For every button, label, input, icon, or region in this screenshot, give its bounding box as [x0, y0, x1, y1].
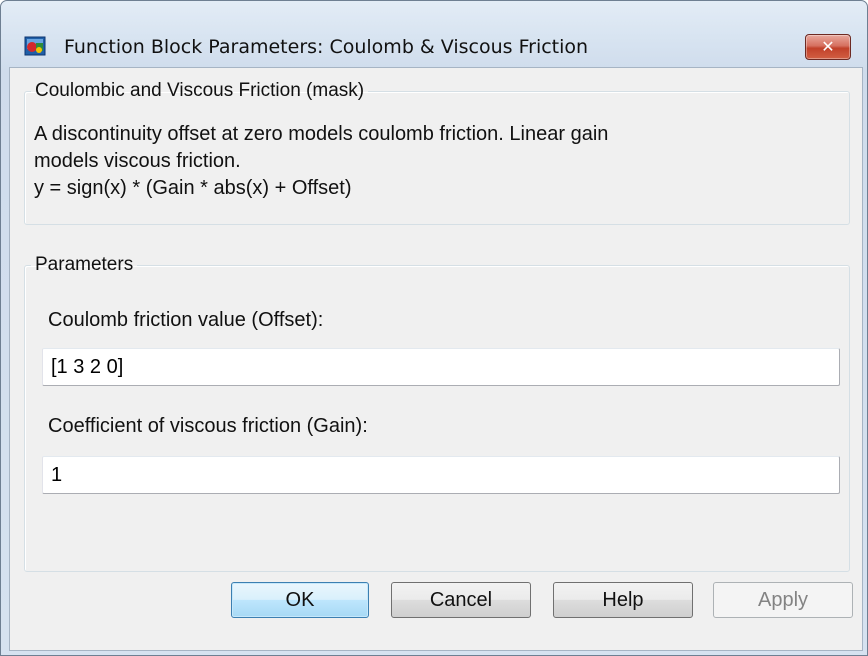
close-button[interactable]: ✕ — [805, 34, 851, 60]
dialog-client-area: Coulombic and Viscous Friction (mask) A … — [9, 67, 863, 651]
description-line-3: y = sign(x) * (Gain * abs(x) + Offset) — [34, 177, 352, 199]
parameters-groupbox: Parameters — [24, 254, 850, 572]
block-description: A discontinuity offset at zero models co… — [34, 121, 608, 202]
dialog-window: Function Block Parameters: Coulomb & Vis… — [0, 0, 868, 656]
description-line-1: A discontinuity offset at zero models co… — [34, 123, 609, 145]
help-button[interactable]: Help — [553, 582, 693, 618]
ok-button[interactable]: OK — [231, 582, 369, 618]
description-group-legend: Coulombic and Viscous Friction (mask) — [35, 80, 365, 101]
offset-label: Coulomb friction value (Offset): — [48, 309, 324, 331]
description-line-2: models viscous friction. — [34, 150, 241, 172]
apply-button[interactable]: Apply — [713, 582, 853, 618]
gain-label: Coefficient of viscous friction (Gain): — [48, 415, 368, 437]
gain-input[interactable]: 1 — [42, 456, 840, 494]
cancel-button[interactable]: Cancel — [391, 582, 531, 618]
offset-input[interactable]: [1 3 2 0] — [42, 348, 840, 386]
simulink-block-icon[interactable] — [24, 35, 46, 57]
parameters-group-legend: Parameters — [35, 254, 134, 275]
title-bar[interactable]: Function Block Parameters: Coulomb & Vis… — [1, 1, 867, 60]
close-icon: ✕ — [821, 37, 835, 56]
window-title: Function Block Parameters: Coulomb & Vis… — [64, 36, 589, 58]
